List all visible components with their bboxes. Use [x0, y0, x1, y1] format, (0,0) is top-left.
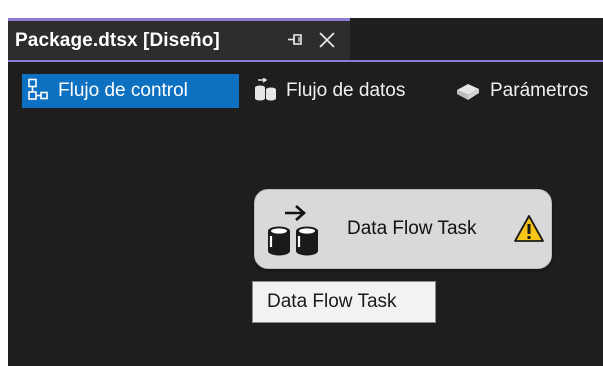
task-tooltip: Data Flow Task [252, 281, 436, 323]
document-tab-strip: Package.dtsx [Diseño] [8, 18, 603, 62]
designer-tab-bar: Flujo de control Flujo de datos Parámetr… [8, 62, 603, 116]
tab-data-flow[interactable]: Flujo de datos [252, 74, 405, 108]
tooltip-text: Data Flow Task [267, 291, 397, 312]
pin-icon[interactable] [286, 31, 304, 49]
close-icon[interactable] [317, 30, 337, 50]
tab-parameters-label: Parámetros [490, 80, 589, 101]
data-flow-task-label: Data Flow Task [347, 218, 477, 239]
data-flow-task-node[interactable]: Data Flow Task [254, 189, 552, 269]
tab-data-flow-label: Flujo de datos [286, 80, 406, 101]
control-flow-design-surface[interactable]: Data Flow Task Data Flow Task [8, 116, 603, 366]
tab-control-flow-label: Flujo de control [58, 80, 188, 101]
data-flow-icon [255, 78, 276, 101]
warning-icon[interactable] [513, 214, 545, 244]
data-flow-task-icon [268, 205, 318, 256]
tab-parameters[interactable]: Parámetros [454, 74, 588, 108]
document-tab[interactable]: Package.dtsx [Diseño] [8, 18, 350, 60]
control-flow-icon [28, 78, 48, 100]
document-tab-title: Package.dtsx [Diseño] [15, 29, 220, 51]
tab-control-flow[interactable]: Flujo de control [22, 74, 239, 108]
package-designer-window: Package.dtsx [Diseño] Flujo de control F… [8, 18, 603, 366]
parameters-icon [457, 84, 479, 100]
